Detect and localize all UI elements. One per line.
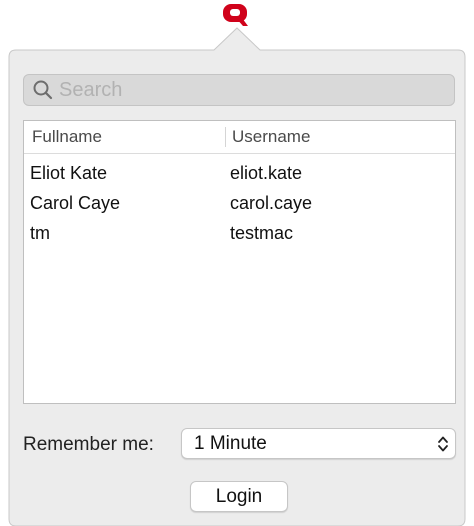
username-cell: carol.caye	[230, 193, 313, 213]
fullname-cell: Carol Caye	[30, 193, 121, 213]
login-button[interactable]: Login	[190, 481, 288, 512]
up-down-chevron-icon	[438, 436, 448, 452]
q-logo-icon[interactable]	[221, 3, 251, 27]
table-row[interactable]: tm testmac	[24, 218, 455, 248]
remember-me-select[interactable]: 1 Minute	[181, 428, 456, 459]
fullname-cell: Eliot Kate	[30, 163, 108, 183]
username-cell: eliot.kate	[230, 163, 303, 183]
table-body: Eliot Kate eliot.kate Carol Caye carol.c…	[24, 158, 455, 248]
remember-me-value: 1 Minute	[194, 433, 267, 454]
search-field[interactable]	[23, 74, 455, 106]
username-cell: testmac	[230, 223, 294, 243]
search-input[interactable]	[59, 78, 439, 102]
column-divider	[225, 127, 226, 147]
remember-me-label: Remember me:	[23, 434, 154, 455]
column-header-fullname[interactable]: Fullname	[32, 121, 224, 153]
table-header: Fullname Username	[24, 121, 455, 154]
table-row[interactable]: Eliot Kate eliot.kate	[24, 158, 455, 188]
fullname-cell: tm	[30, 223, 50, 243]
search-icon	[33, 80, 53, 100]
column-header-username[interactable]: Username	[232, 121, 432, 153]
screen: Fullname Username Eliot Kate eliot.kate …	[0, 0, 474, 526]
users-table[interactable]: Fullname Username Eliot Kate eliot.kate …	[23, 120, 456, 404]
table-row[interactable]: Carol Caye carol.caye	[24, 188, 455, 218]
